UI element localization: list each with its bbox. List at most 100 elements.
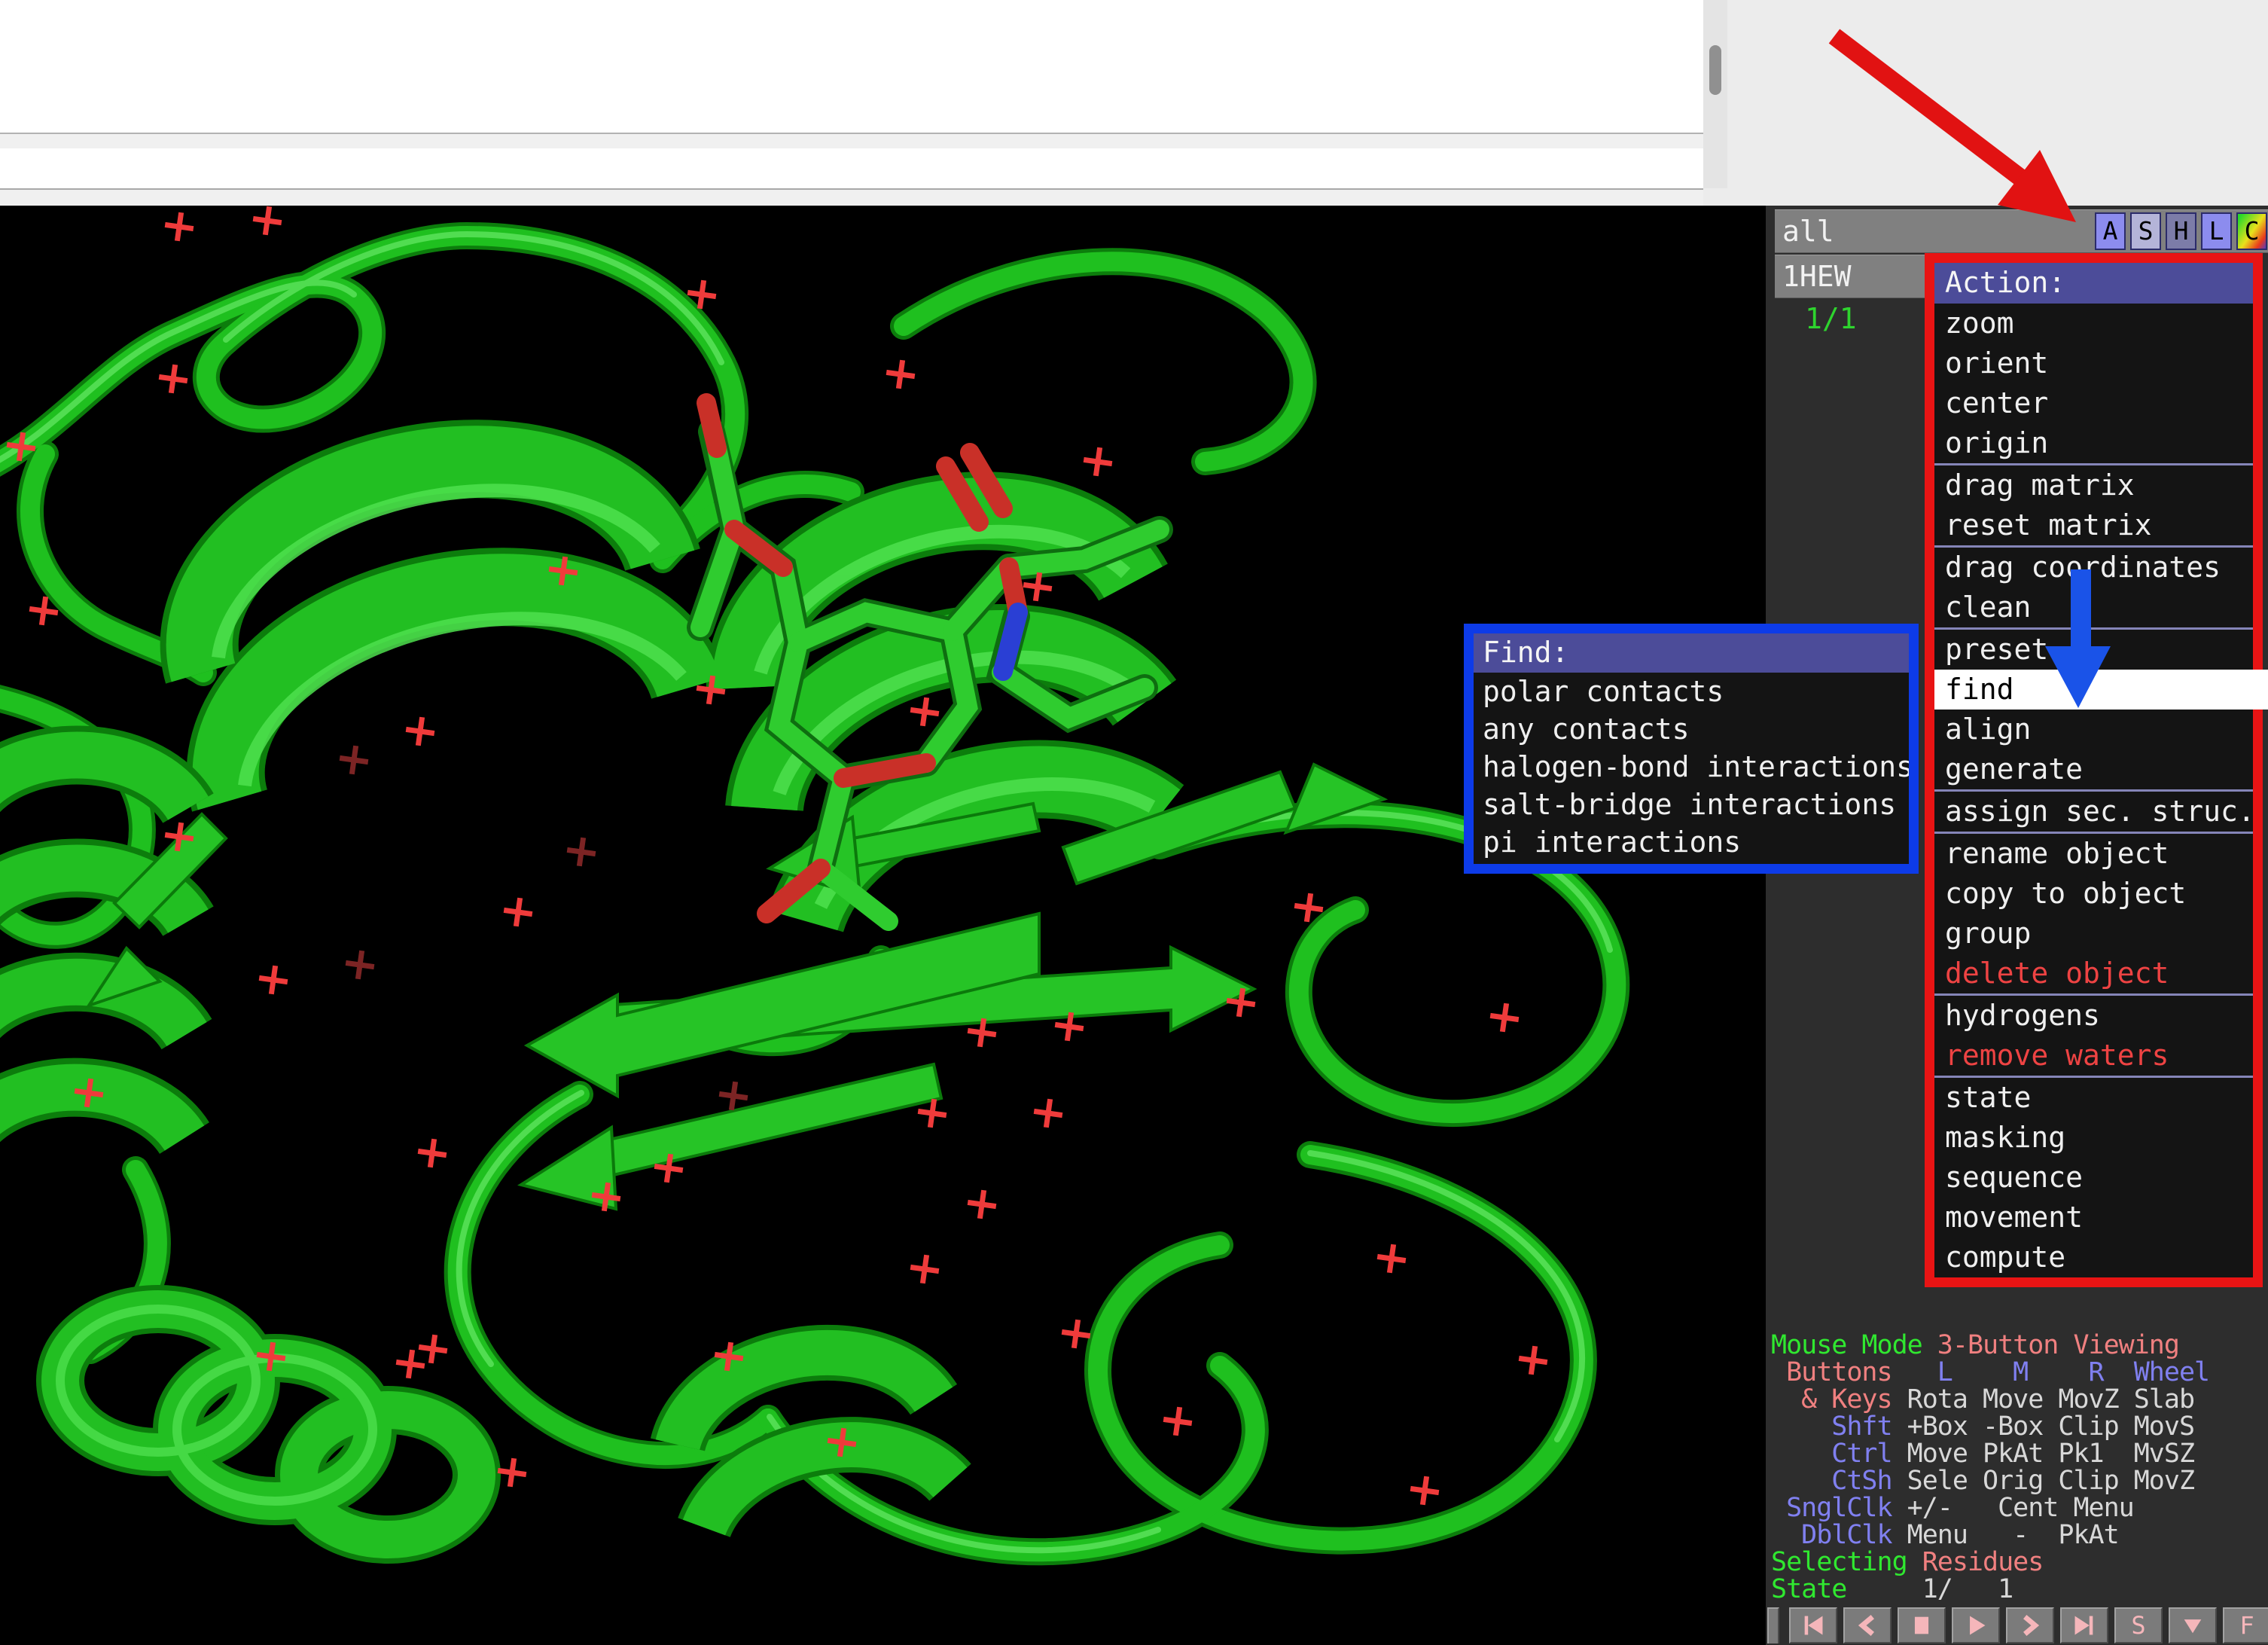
movie-s-button[interactable]: S <box>2114 1607 2163 1643</box>
scrollbar-thumb[interactable] <box>1709 45 1721 95</box>
action-menu-item-center[interactable]: center <box>1934 383 2253 423</box>
water-cross <box>258 964 290 996</box>
water-cross <box>338 744 370 777</box>
action-menu-item-copy-to-object[interactable]: copy to object <box>1934 874 2253 914</box>
state-line: State 1/ 1 <box>1771 1576 2268 1603</box>
find-submenu-items: polar contactsany contactshalogen-bond i… <box>1474 673 1909 861</box>
action-menu-item-generate[interactable]: generate <box>1934 749 2253 789</box>
action-menu-item-hydrogens[interactable]: hydrogens <box>1934 996 2253 1036</box>
action-menu-item-movement[interactable]: movement <box>1934 1198 2253 1238</box>
top-right-panel-background <box>1703 0 2268 206</box>
find-menu-item-salt-bridge-interactions[interactable]: salt-bridge interactions <box>1474 786 1909 823</box>
movie-control-bar: SF <box>1766 1605 2268 1645</box>
mouse-ctrl-row-segment: Ctrl <box>1771 1439 1907 1469</box>
find-menu-item-polar-contacts[interactable]: polar contacts <box>1474 673 1909 710</box>
movie-end-button[interactable] <box>2060 1607 2108 1643</box>
mouse-mode-panel[interactable]: Mouse Mode 3-Button Viewing Buttons L M … <box>1771 1332 2268 1606</box>
action-menu-item-assign-sec-struc[interactable]: assign sec. struc. <box>1934 792 2253 832</box>
all-C-menu-button[interactable]: C <box>2236 212 2267 250</box>
find-menu-item-halogen-bond-interactions[interactable]: halogen-bond interactions <box>1474 748 1909 786</box>
movie-play-button[interactable] <box>1952 1607 2000 1643</box>
action-menu-item-group[interactable]: group <box>1934 914 2253 954</box>
all-H-menu-button[interactable]: H <box>2166 212 2196 250</box>
top-window-area <box>0 0 1703 133</box>
mouse-snglclk-row: SnglClk +/- Cent Menu <box>1771 1494 2268 1521</box>
object-row-1hew-label: 1HEW <box>1775 260 1852 293</box>
action-menu-item-drag-matrix[interactable]: drag matrix <box>1934 465 2253 505</box>
window-strip-white <box>0 148 1718 188</box>
water-cross <box>909 696 941 728</box>
action-menu-item-preset[interactable]: preset <box>1934 630 2253 670</box>
movie-rewind-button[interactable] <box>1789 1607 1837 1643</box>
mouse-shft-row-segment: Shft <box>1771 1412 1907 1442</box>
mouse-snglclk-row-segment: SnglClk <box>1771 1493 1907 1523</box>
viewport-3d[interactable] <box>0 206 1766 1645</box>
object-state-badge: 1/1 <box>1805 302 1857 335</box>
molecule-render <box>0 206 1766 1645</box>
water-cross <box>1082 446 1114 478</box>
movie-f-button[interactable]: F <box>2223 1607 2268 1643</box>
mouse-dblclk-row-segment: DblClk <box>1771 1520 1907 1550</box>
water-cross <box>1489 1002 1521 1034</box>
water-cross <box>1409 1475 1441 1507</box>
water-cross <box>395 1348 427 1381</box>
action-menu-item-rename-object[interactable]: rename object <box>1934 834 2253 874</box>
water-cross <box>416 1137 449 1170</box>
object-row-all[interactable]: all ASHLC <box>1775 209 2268 253</box>
mouse-dblclk-row-segment: Menu - PkAt <box>1907 1520 2119 1550</box>
action-menu-item-orient[interactable]: orient <box>1934 343 2253 383</box>
all-A-menu-button[interactable]: A <box>2095 212 2126 250</box>
action-menu-item-origin[interactable]: origin <box>1934 423 2253 463</box>
window-strip <box>0 134 1703 148</box>
action-menu-item-zoom[interactable]: zoom <box>1934 304 2253 343</box>
action-menu-item-find[interactable]: find <box>1934 670 2253 710</box>
movie-frame-down-button[interactable] <box>2169 1607 2217 1643</box>
object-row-1hew[interactable]: 1HEW 1/1 <box>1775 255 1929 298</box>
window-strip-2 <box>0 190 1766 206</box>
state-line-segment: 1/ 1 <box>1861 1574 2013 1604</box>
action-menu-title: Action: <box>1934 263 2253 304</box>
all-S-menu-button[interactable]: S <box>2130 212 2161 250</box>
mouse-mode-header-segment: 3-Button Viewing <box>1937 1330 2179 1360</box>
find-submenu-title: Find: <box>1474 633 1909 673</box>
water-cross <box>1032 1097 1065 1130</box>
action-menu-item-sequence[interactable]: sequence <box>1934 1158 2253 1198</box>
action-menu-item-state[interactable]: state <box>1934 1078 2253 1118</box>
water-cross <box>1162 1405 1194 1438</box>
action-menu-items: zoomorientcenterorigindrag matrixreset m… <box>1934 304 2253 1277</box>
action-menu-item-clean[interactable]: clean <box>1934 588 2253 627</box>
water-cross <box>565 836 598 868</box>
water-cross <box>1376 1243 1408 1275</box>
water-cross <box>344 949 376 981</box>
water-cross <box>502 896 535 929</box>
movie-step-forward-button[interactable] <box>2006 1607 2054 1643</box>
action-menu-item-reset-matrix[interactable]: reset matrix <box>1934 505 2253 545</box>
find-menu-item-any-contacts[interactable]: any contacts <box>1474 710 1909 748</box>
object-row-all-label: all <box>1775 215 1834 248</box>
action-menu-item-delete-object[interactable]: delete object <box>1934 954 2253 993</box>
action-menu-item-drag-coordinates[interactable]: drag coordinates <box>1934 548 2253 588</box>
find-submenu: Find: polar contactsany contactshalogen-… <box>1464 624 1919 874</box>
action-menu-item-compute[interactable]: compute <box>1934 1238 2253 1277</box>
all-L-menu-button[interactable]: L <box>2201 212 2232 250</box>
water-cross <box>885 359 917 391</box>
action-menu-item-masking[interactable]: masking <box>1934 1118 2253 1158</box>
mouse-ctsh-row-segment: Sele Orig Clip MovZ <box>1907 1466 2194 1496</box>
water-cross <box>157 363 190 395</box>
find-menu-item-pi-interactions[interactable]: pi interactions <box>1474 823 1909 861</box>
water-cross <box>966 1189 998 1221</box>
water-cross <box>163 211 196 243</box>
movie-bar-edge-button[interactable] <box>1767 1607 1779 1643</box>
mouse-mode-header[interactable]: Mouse Mode 3-Button Viewing <box>1771 1332 2268 1359</box>
action-menu-item-align[interactable]: align <box>1934 710 2253 749</box>
water-cross <box>909 1253 941 1286</box>
mouse-keys-row-segment: Rota Move MovZ Slab <box>1907 1384 2194 1415</box>
selecting-mode-line: Selecting Residues <box>1771 1549 2268 1576</box>
mouse-keys-row: & Keys Rota Move MovZ Slab <box>1771 1386 2268 1413</box>
mouse-buttons-header-segment: L M R Wheel <box>1907 1357 2209 1387</box>
movie-step-back-button[interactable] <box>1843 1607 1892 1643</box>
selecting-mode-line-segment: Residues <box>1922 1547 2044 1577</box>
movie-stop-button[interactable] <box>1898 1607 1946 1643</box>
action-menu-item-remove-waters[interactable]: remove waters <box>1934 1036 2253 1076</box>
mouse-mode-header-segment: Mouse Mode <box>1771 1330 1937 1360</box>
